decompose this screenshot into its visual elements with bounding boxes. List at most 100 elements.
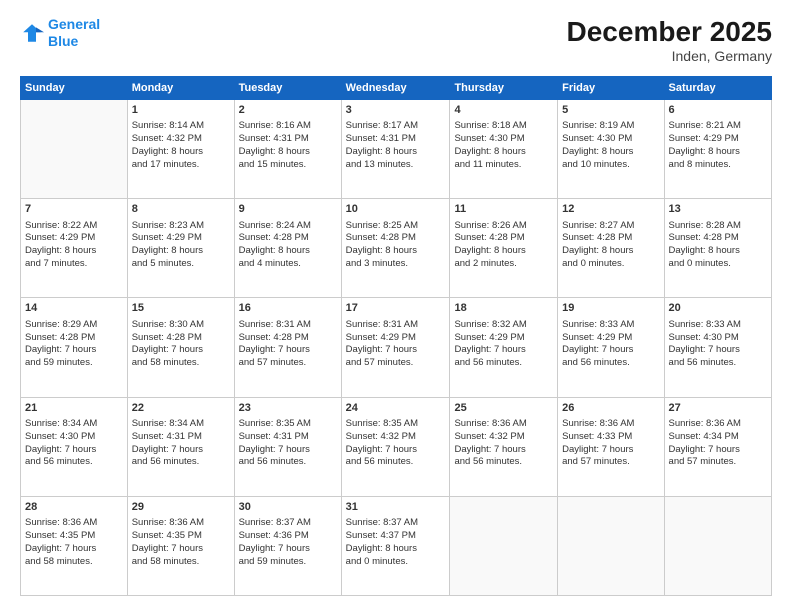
calendar-cell: 31 Sunrise: 8:37 AMSunset: 4:37 PMDayligh…	[341, 496, 450, 595]
calendar-cell: 5 Sunrise: 8:19 AMSunset: 4:30 PMDaylight…	[558, 100, 664, 199]
day-number: 28	[25, 500, 123, 515]
day-number: 7	[25, 202, 123, 217]
calendar-header-row: Sunday Monday Tuesday Wednesday Thursday…	[21, 77, 772, 100]
col-saturday: Saturday	[664, 77, 771, 100]
location: Inden, Germany	[567, 48, 772, 64]
day-info: Sunrise: 8:24 AMSunset: 4:28 PMDaylight:…	[239, 220, 337, 271]
calendar-cell: 17 Sunrise: 8:31 AMSunset: 4:29 PMDayligh…	[341, 298, 450, 397]
day-info: Sunrise: 8:34 AMSunset: 4:31 PMDaylight:…	[132, 418, 230, 469]
day-number: 14	[25, 301, 123, 316]
calendar-cell: 20 Sunrise: 8:33 AMSunset: 4:30 PMDayligh…	[664, 298, 771, 397]
day-number: 30	[239, 500, 337, 515]
day-info: Sunrise: 8:31 AMSunset: 4:28 PMDaylight:…	[239, 319, 337, 370]
day-number: 8	[132, 202, 230, 217]
calendar-cell: 4Sunrise: 8:18 AMSunset: 4:30 PMDaylight…	[450, 100, 558, 199]
calendar-cell: 18Sunrise: 8:32 AMSunset: 4:29 PMDayligh…	[450, 298, 558, 397]
day-number: 16	[239, 301, 337, 316]
calendar-cell: 19Sunrise: 8:33 AMSunset: 4:29 PMDayligh…	[558, 298, 664, 397]
calendar-row-1: 7 Sunrise: 8:22 AMSunset: 4:29 PMDaylight…	[21, 199, 772, 298]
calendar-cell: 29Sunrise: 8:36 AMSunset: 4:35 PMDayligh…	[127, 496, 234, 595]
day-number: 10	[346, 202, 446, 217]
logo-line1: General	[48, 16, 100, 32]
day-number: 21	[25, 401, 123, 416]
col-friday: Friday	[558, 77, 664, 100]
day-number: 27	[669, 401, 767, 416]
calendar-cell: 1Sunrise: 8:14 AMSunset: 4:32 PMDaylight…	[127, 100, 234, 199]
day-number: 18	[454, 301, 553, 316]
day-number: 31	[346, 500, 446, 515]
calendar-row-0: 1Sunrise: 8:14 AMSunset: 4:32 PMDaylight…	[21, 100, 772, 199]
day-info: Sunrise: 8:26 AMSunset: 4:28 PMDaylight:…	[454, 220, 553, 271]
header: General Blue December 2025 Inden, German…	[20, 16, 772, 64]
day-info: Sunrise: 8:16 AMSunset: 4:31 PMDaylight:…	[239, 120, 337, 171]
month-title: December 2025	[567, 16, 772, 48]
day-info: Sunrise: 8:35 AMSunset: 4:32 PMDaylight:…	[346, 418, 446, 469]
day-info: Sunrise: 8:33 AMSunset: 4:29 PMDaylight:…	[562, 319, 659, 370]
calendar-row-4: 28 Sunrise: 8:36 AMSunset: 4:35 PMDayligh…	[21, 496, 772, 595]
calendar-cell	[558, 496, 664, 595]
col-tuesday: Tuesday	[234, 77, 341, 100]
day-info: Sunrise: 8:28 AMSunset: 4:28 PMDaylight:…	[669, 220, 767, 271]
day-number: 17	[346, 301, 446, 316]
calendar-cell: 24 Sunrise: 8:35 AMSunset: 4:32 PMDayligh…	[341, 397, 450, 496]
day-info: Sunrise: 8:36 AMSunset: 4:32 PMDaylight:…	[454, 418, 553, 469]
col-wednesday: Wednesday	[341, 77, 450, 100]
calendar-cell: 11 Sunrise: 8:26 AMSunset: 4:28 PMDayligh…	[450, 199, 558, 298]
logo-icon	[20, 21, 44, 45]
calendar-row-3: 21Sunrise: 8:34 AMSunset: 4:30 PMDayligh…	[21, 397, 772, 496]
day-number: 26	[562, 401, 659, 416]
calendar-table: Sunday Monday Tuesday Wednesday Thursday…	[20, 76, 772, 596]
day-number: 5	[562, 103, 659, 118]
calendar-cell: 3 Sunrise: 8:17 AMSunset: 4:31 PMDaylight…	[341, 100, 450, 199]
calendar-cell: 16 Sunrise: 8:31 AMSunset: 4:28 PMDayligh…	[234, 298, 341, 397]
day-info: Sunrise: 8:27 AMSunset: 4:28 PMDaylight:…	[562, 220, 659, 271]
day-number: 25	[454, 401, 553, 416]
day-number: 12	[562, 202, 659, 217]
day-info: Sunrise: 8:19 AMSunset: 4:30 PMDaylight:…	[562, 120, 659, 171]
day-info: Sunrise: 8:37 AMSunset: 4:36 PMDaylight:…	[239, 517, 337, 568]
calendar-cell: 7 Sunrise: 8:22 AMSunset: 4:29 PMDaylight…	[21, 199, 128, 298]
day-number: 3	[346, 103, 446, 118]
calendar-cell: 9Sunrise: 8:24 AMSunset: 4:28 PMDaylight…	[234, 199, 341, 298]
calendar-cell: 6Sunrise: 8:21 AMSunset: 4:29 PMDaylight…	[664, 100, 771, 199]
col-monday: Monday	[127, 77, 234, 100]
day-info: Sunrise: 8:21 AMSunset: 4:29 PMDaylight:…	[669, 120, 767, 171]
day-number: 24	[346, 401, 446, 416]
calendar-cell	[21, 100, 128, 199]
day-info: Sunrise: 8:14 AMSunset: 4:32 PMDaylight:…	[132, 120, 230, 171]
day-info: Sunrise: 8:22 AMSunset: 4:29 PMDaylight:…	[25, 220, 123, 271]
day-info: Sunrise: 8:33 AMSunset: 4:30 PMDaylight:…	[669, 319, 767, 370]
day-info: Sunrise: 8:17 AMSunset: 4:31 PMDaylight:…	[346, 120, 446, 171]
calendar-cell: 12 Sunrise: 8:27 AMSunset: 4:28 PMDayligh…	[558, 199, 664, 298]
calendar-cell: 25 Sunrise: 8:36 AMSunset: 4:32 PMDayligh…	[450, 397, 558, 496]
day-info: Sunrise: 8:31 AMSunset: 4:29 PMDaylight:…	[346, 319, 446, 370]
day-number: 13	[669, 202, 767, 217]
calendar-cell: 27 Sunrise: 8:36 AMSunset: 4:34 PMDayligh…	[664, 397, 771, 496]
day-number: 20	[669, 301, 767, 316]
col-thursday: Thursday	[450, 77, 558, 100]
day-info: Sunrise: 8:18 AMSunset: 4:30 PMDaylight:…	[454, 120, 553, 171]
day-info: Sunrise: 8:36 AMSunset: 4:35 PMDaylight:…	[132, 517, 230, 568]
col-sunday: Sunday	[21, 77, 128, 100]
calendar-cell: 28 Sunrise: 8:36 AMSunset: 4:35 PMDayligh…	[21, 496, 128, 595]
title-block: December 2025 Inden, Germany	[567, 16, 772, 64]
day-info: Sunrise: 8:36 AMSunset: 4:34 PMDaylight:…	[669, 418, 767, 469]
calendar-row-2: 14Sunrise: 8:29 AMSunset: 4:28 PMDayligh…	[21, 298, 772, 397]
day-number: 11	[454, 202, 553, 217]
calendar-cell: 8 Sunrise: 8:23 AMSunset: 4:29 PMDaylight…	[127, 199, 234, 298]
day-info: Sunrise: 8:23 AMSunset: 4:29 PMDaylight:…	[132, 220, 230, 271]
logo: General Blue	[20, 16, 100, 50]
logo-line2: Blue	[48, 33, 78, 49]
day-info: Sunrise: 8:30 AMSunset: 4:28 PMDaylight:…	[132, 319, 230, 370]
day-info: Sunrise: 8:37 AMSunset: 4:37 PMDaylight:…	[346, 517, 446, 568]
calendar-cell: 15 Sunrise: 8:30 AMSunset: 4:28 PMDayligh…	[127, 298, 234, 397]
calendar-cell: 22Sunrise: 8:34 AMSunset: 4:31 PMDayligh…	[127, 397, 234, 496]
calendar-cell: 21Sunrise: 8:34 AMSunset: 4:30 PMDayligh…	[21, 397, 128, 496]
calendar-cell: 23Sunrise: 8:35 AMSunset: 4:31 PMDayligh…	[234, 397, 341, 496]
day-info: Sunrise: 8:36 AMSunset: 4:35 PMDaylight:…	[25, 517, 123, 568]
day-info: Sunrise: 8:25 AMSunset: 4:28 PMDaylight:…	[346, 220, 446, 271]
day-number: 15	[132, 301, 230, 316]
calendar-cell: 26Sunrise: 8:36 AMSunset: 4:33 PMDayligh…	[558, 397, 664, 496]
logo-text: General Blue	[48, 16, 100, 50]
day-number: 23	[239, 401, 337, 416]
